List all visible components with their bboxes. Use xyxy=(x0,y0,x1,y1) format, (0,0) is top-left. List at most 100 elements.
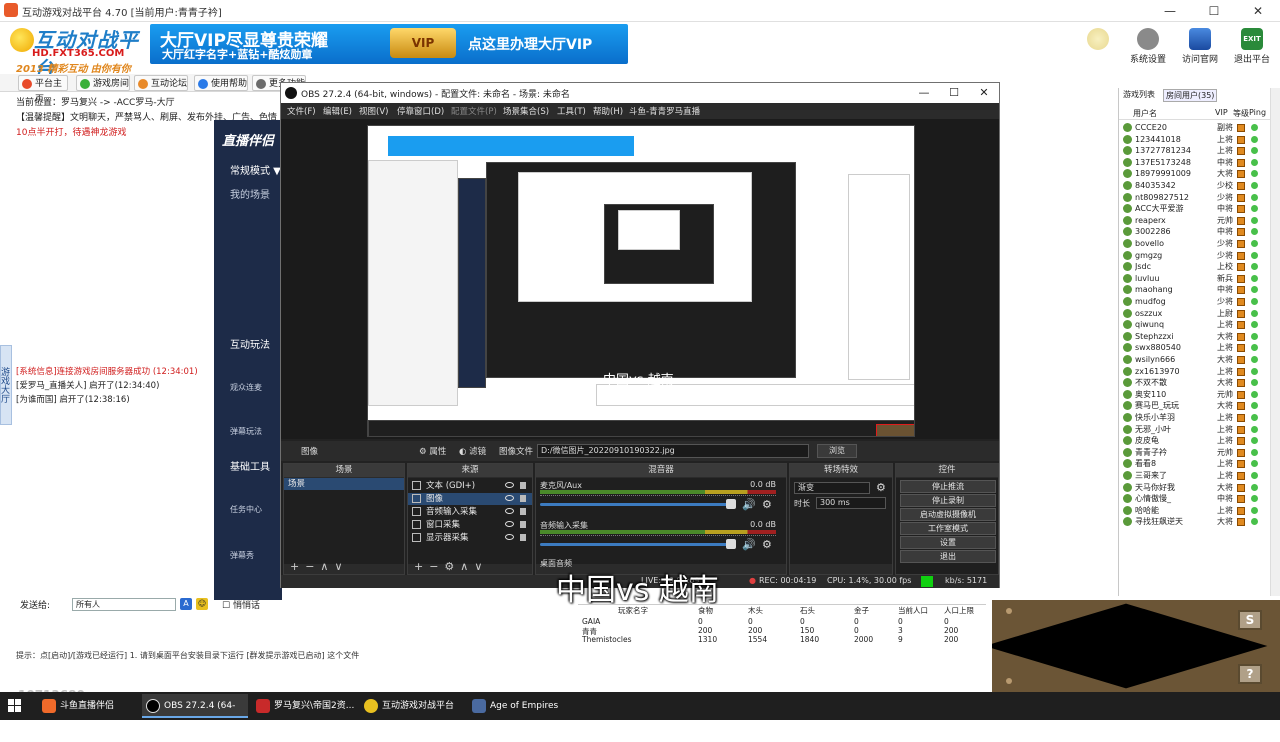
viewer-mic-item[interactable]: 观众连麦 xyxy=(230,382,262,393)
user-row[interactable]: 看看8 上将 xyxy=(1121,458,1271,470)
danmaku-play-item[interactable]: 弹幕玩法 xyxy=(230,426,262,437)
visibility-icon[interactable] xyxy=(505,495,514,501)
scenes-list[interactable]: 场景 xyxy=(284,478,404,564)
user-row[interactable]: 哈哈能 上将 xyxy=(1121,505,1271,517)
lock-icon[interactable] xyxy=(520,508,526,515)
lock-icon[interactable] xyxy=(520,534,526,541)
user-row[interactable]: 快乐小羊羽 上将 xyxy=(1121,412,1271,424)
user-row[interactable]: ACC大平爱游 中将 xyxy=(1121,203,1271,215)
lock-icon[interactable] xyxy=(520,482,526,489)
user-row[interactable]: gmgzg 少将 xyxy=(1121,250,1271,262)
minimize-icon[interactable]: — xyxy=(1148,0,1192,22)
source-item[interactable]: 音频输入采集 xyxy=(408,506,532,518)
properties-button[interactable]: ⚙ 属性 xyxy=(419,445,446,457)
duration-spinbox[interactable]: 300 ms xyxy=(816,497,886,509)
user-row[interactable]: 天马你好我 大将 xyxy=(1121,482,1271,494)
tab-help[interactable]: 使用帮助 xyxy=(194,75,248,91)
source-item[interactable]: 图像 xyxy=(408,493,532,505)
user-row[interactable]: wsilyn666 大将 xyxy=(1121,354,1271,366)
exit-button[interactable]: 退出 xyxy=(900,550,996,563)
maximize-icon[interactable]: ☐ xyxy=(1192,0,1236,22)
image-file-path-input[interactable]: D:/微信图片_20220910190322.jpg xyxy=(537,444,809,458)
tab-room-users[interactable]: 房间用户(35) xyxy=(1163,89,1218,102)
gear-icon[interactable]: ⚙ xyxy=(762,538,772,551)
volume-slider-knob[interactable] xyxy=(726,499,736,509)
user-row[interactable]: 无邪_小叶 上将 xyxy=(1121,424,1271,436)
source-item[interactable]: 文本 (GDI+) xyxy=(408,480,532,492)
user-row[interactable]: 3002286 中将 xyxy=(1121,226,1271,238)
live-mode-select[interactable]: 常规模式 ▼ xyxy=(230,162,281,177)
user-row[interactable]: 137E5173248 中将 xyxy=(1121,157,1271,169)
volume-slider-knob[interactable] xyxy=(726,539,736,549)
user-row[interactable]: qiwunq 上将 xyxy=(1121,319,1271,331)
volume-slider[interactable] xyxy=(540,503,730,506)
user-row[interactable]: 123441018 上将 xyxy=(1121,134,1271,146)
sources-dock-toolbar[interactable]: +−⚙∧∨ xyxy=(408,560,532,574)
user-row[interactable]: nt809827512 少将 xyxy=(1121,192,1271,204)
taskbar-item-platform[interactable]: 互动游戏对战平台 ... xyxy=(360,694,464,735)
user-row[interactable]: bovello 少将 xyxy=(1121,238,1271,250)
user-row[interactable]: CCCE20 副将 xyxy=(1121,122,1271,134)
speaker-icon[interactable]: 🔊 xyxy=(742,498,756,511)
user-row[interactable]: Jsdc 上校 xyxy=(1121,261,1271,273)
vip-banner[interactable]: 大厅VIP尽显尊贵荣耀 大厅红字名字+蓝钻+酷炫勋章 VIP 点这里办理大厅VI… xyxy=(150,24,628,64)
obs-preview-canvas[interactable] xyxy=(367,125,915,437)
user-row[interactable]: 13727781234 上将 xyxy=(1121,145,1271,157)
col-ping[interactable]: Ping xyxy=(1249,108,1266,117)
scene-item[interactable]: 场景 xyxy=(288,478,305,490)
user-row[interactable]: luvluu 新兵 xyxy=(1121,273,1271,285)
sources-list[interactable]: 文本 (GDI+) 图像 音频输入采集 窗口采集 显示器采集 xyxy=(408,478,532,564)
user-row[interactable]: 不双不散 大将 xyxy=(1121,377,1271,389)
transition-select[interactable]: 渐变 xyxy=(794,482,870,494)
studio-mode-button[interactable]: 工作室模式 xyxy=(900,522,996,535)
menu-file[interactable]: 文件(F) xyxy=(287,105,316,117)
exit-platform-button[interactable]: EXIT 退出平台 xyxy=(1228,26,1276,70)
filters-button[interactable]: ◐ 滤镜 xyxy=(459,445,486,457)
menu-docks[interactable]: 停靠窗口(D) xyxy=(397,105,444,117)
lock-icon[interactable] xyxy=(520,495,526,502)
emoji-button[interactable]: ☺ xyxy=(196,598,208,610)
tab-game-room[interactable]: 游戏房间 xyxy=(76,75,130,91)
browse-button[interactable]: 浏览 xyxy=(817,444,857,458)
obs-close-icon[interactable]: ✕ xyxy=(969,83,999,103)
volume-slider[interactable] xyxy=(540,543,730,546)
menu-scene-collection[interactable]: 场景集合(S) xyxy=(503,105,549,117)
windows-start-icon[interactable] xyxy=(8,699,22,713)
tab-home[interactable]: 平台主页 xyxy=(18,75,68,105)
game-lobby-side-tab[interactable]: 游戏大厅 xyxy=(0,345,12,425)
system-settings-button[interactable]: 系统设置 xyxy=(1124,26,1172,70)
menu-view[interactable]: 视图(V) xyxy=(359,105,388,117)
user-row[interactable]: zx1613970 上将 xyxy=(1121,366,1271,378)
menu-help[interactable]: 帮助(H) xyxy=(593,105,623,117)
danmaku-show-item[interactable]: 弹幕秀 xyxy=(230,550,254,561)
visibility-icon[interactable] xyxy=(505,508,514,514)
visibility-icon[interactable] xyxy=(505,534,514,540)
user-row[interactable]: 奥安110 元帅 xyxy=(1121,389,1271,401)
whisper-checkbox[interactable]: ☐ 悄悄话 xyxy=(222,598,260,611)
menu-douyu-plugin[interactable]: 斗鱼-青青罗马直播 xyxy=(629,105,700,117)
settings-button[interactable]: 设置 xyxy=(900,536,996,549)
stop-streaming-button[interactable]: 停止推流 xyxy=(900,480,996,493)
send-to-select[interactable]: 所有人 xyxy=(72,598,176,611)
brand-logo[interactable]: 互动对战平台 HD.FXT365.COM 2013 精彩互动 由你有你 xyxy=(6,24,146,81)
user-row[interactable]: 三哥来了 上将 xyxy=(1121,470,1271,482)
user-row[interactable]: 84035342 少校 xyxy=(1121,180,1271,192)
menu-tools[interactable]: 工具(T) xyxy=(557,105,586,117)
user-row[interactable]: swx880540 上将 xyxy=(1121,342,1271,354)
ad-button[interactable] xyxy=(1074,26,1122,70)
font-color-button[interactable]: A xyxy=(180,598,192,610)
speaker-icon[interactable]: 🔊 xyxy=(742,538,756,551)
user-list-scrollbar[interactable] xyxy=(1270,88,1280,596)
scenes-dock-toolbar[interactable]: +−∧∨ xyxy=(284,560,404,574)
menu-edit[interactable]: 编辑(E) xyxy=(323,105,352,117)
source-item[interactable]: 显示器采集 xyxy=(408,532,532,544)
col-level[interactable]: 等级 xyxy=(1233,108,1249,119)
tab-game-list[interactable]: 游戏列表 xyxy=(1123,89,1155,100)
visibility-icon[interactable] xyxy=(505,521,514,527)
gear-icon[interactable]: ⚙ xyxy=(876,481,886,494)
stop-recording-button[interactable]: 停止录制 xyxy=(900,494,996,507)
taskbar-item-douyu[interactable]: 斗鱼直播伴侣 xyxy=(38,694,138,718)
user-row[interactable]: maohang 中将 xyxy=(1121,284,1271,296)
user-row[interactable]: mudfog 少将 xyxy=(1121,296,1271,308)
obs-minimize-icon[interactable]: — xyxy=(909,83,939,103)
